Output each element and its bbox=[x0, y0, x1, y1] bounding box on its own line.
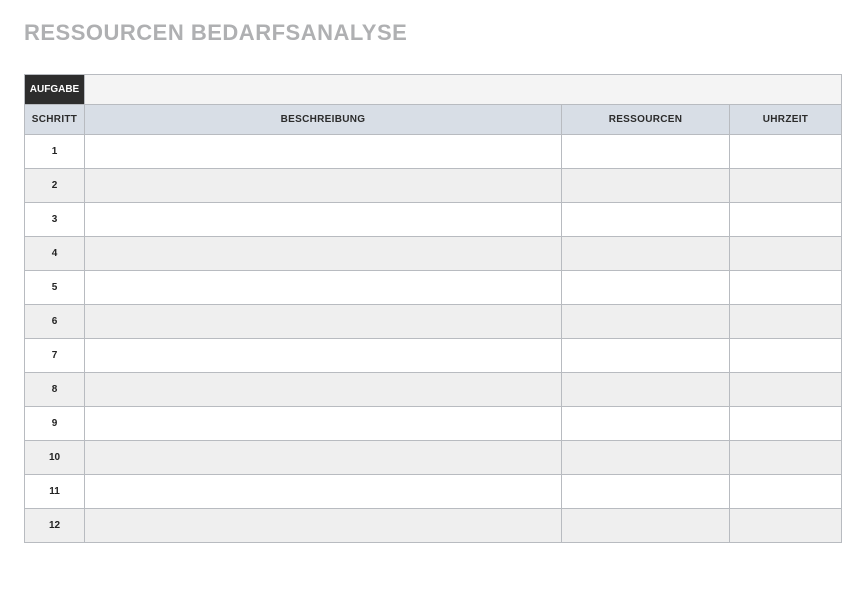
beschreibung-cell[interactable] bbox=[85, 135, 562, 169]
uhrzeit-cell[interactable] bbox=[729, 169, 841, 203]
beschreibung-cell[interactable] bbox=[85, 441, 562, 475]
table-row: 2 bbox=[25, 169, 842, 203]
uhrzeit-cell[interactable] bbox=[729, 441, 841, 475]
step-cell: 3 bbox=[25, 203, 85, 237]
table-row: 10 bbox=[25, 441, 842, 475]
step-cell: 6 bbox=[25, 305, 85, 339]
aufgabe-input[interactable] bbox=[85, 75, 842, 105]
step-cell: 8 bbox=[25, 373, 85, 407]
table-row: 5 bbox=[25, 271, 842, 305]
table-row: 4 bbox=[25, 237, 842, 271]
ressourcen-cell[interactable] bbox=[561, 407, 729, 441]
step-cell: 2 bbox=[25, 169, 85, 203]
uhrzeit-cell[interactable] bbox=[729, 305, 841, 339]
uhrzeit-cell[interactable] bbox=[729, 407, 841, 441]
step-cell: 12 bbox=[25, 509, 85, 543]
step-cell: 5 bbox=[25, 271, 85, 305]
column-header-row: SCHRITT BESCHREIBUNG RESSOURCEN UHRZEIT bbox=[25, 105, 842, 135]
page-title: RESSOURCEN BEDARFSANALYSE bbox=[24, 20, 842, 46]
ressourcen-cell[interactable] bbox=[561, 237, 729, 271]
uhrzeit-cell[interactable] bbox=[729, 509, 841, 543]
ressourcen-cell[interactable] bbox=[561, 339, 729, 373]
table-row: 11 bbox=[25, 475, 842, 509]
step-cell: 4 bbox=[25, 237, 85, 271]
ressourcen-cell[interactable] bbox=[561, 169, 729, 203]
ressourcen-cell[interactable] bbox=[561, 373, 729, 407]
aufgabe-row: AUFGABE bbox=[25, 75, 842, 105]
col-header-schritt: SCHRITT bbox=[25, 105, 85, 135]
table-row: 1 bbox=[25, 135, 842, 169]
beschreibung-cell[interactable] bbox=[85, 339, 562, 373]
table-row: 3 bbox=[25, 203, 842, 237]
table-row: 8 bbox=[25, 373, 842, 407]
resource-analysis-table: AUFGABE SCHRITT BESCHREIBUNG RESSOURCEN … bbox=[24, 74, 842, 543]
ressourcen-cell[interactable] bbox=[561, 135, 729, 169]
table-row: 7 bbox=[25, 339, 842, 373]
table-row: 6 bbox=[25, 305, 842, 339]
beschreibung-cell[interactable] bbox=[85, 169, 562, 203]
ressourcen-cell[interactable] bbox=[561, 509, 729, 543]
step-cell: 11 bbox=[25, 475, 85, 509]
col-header-beschreibung: BESCHREIBUNG bbox=[85, 105, 562, 135]
step-cell: 1 bbox=[25, 135, 85, 169]
uhrzeit-cell[interactable] bbox=[729, 373, 841, 407]
aufgabe-label: AUFGABE bbox=[25, 75, 85, 105]
step-cell: 7 bbox=[25, 339, 85, 373]
ressourcen-cell[interactable] bbox=[561, 475, 729, 509]
ressourcen-cell[interactable] bbox=[561, 203, 729, 237]
table-row: 9 bbox=[25, 407, 842, 441]
uhrzeit-cell[interactable] bbox=[729, 339, 841, 373]
uhrzeit-cell[interactable] bbox=[729, 237, 841, 271]
table-row: 12 bbox=[25, 509, 842, 543]
beschreibung-cell[interactable] bbox=[85, 475, 562, 509]
beschreibung-cell[interactable] bbox=[85, 407, 562, 441]
uhrzeit-cell[interactable] bbox=[729, 475, 841, 509]
uhrzeit-cell[interactable] bbox=[729, 271, 841, 305]
beschreibung-cell[interactable] bbox=[85, 203, 562, 237]
step-cell: 9 bbox=[25, 407, 85, 441]
beschreibung-cell[interactable] bbox=[85, 373, 562, 407]
uhrzeit-cell[interactable] bbox=[729, 135, 841, 169]
ressourcen-cell[interactable] bbox=[561, 305, 729, 339]
beschreibung-cell[interactable] bbox=[85, 271, 562, 305]
beschreibung-cell[interactable] bbox=[85, 237, 562, 271]
beschreibung-cell[interactable] bbox=[85, 305, 562, 339]
uhrzeit-cell[interactable] bbox=[729, 203, 841, 237]
col-header-ressourcen: RESSOURCEN bbox=[561, 105, 729, 135]
ressourcen-cell[interactable] bbox=[561, 441, 729, 475]
ressourcen-cell[interactable] bbox=[561, 271, 729, 305]
step-cell: 10 bbox=[25, 441, 85, 475]
col-header-uhrzeit: UHRZEIT bbox=[729, 105, 841, 135]
beschreibung-cell[interactable] bbox=[85, 509, 562, 543]
